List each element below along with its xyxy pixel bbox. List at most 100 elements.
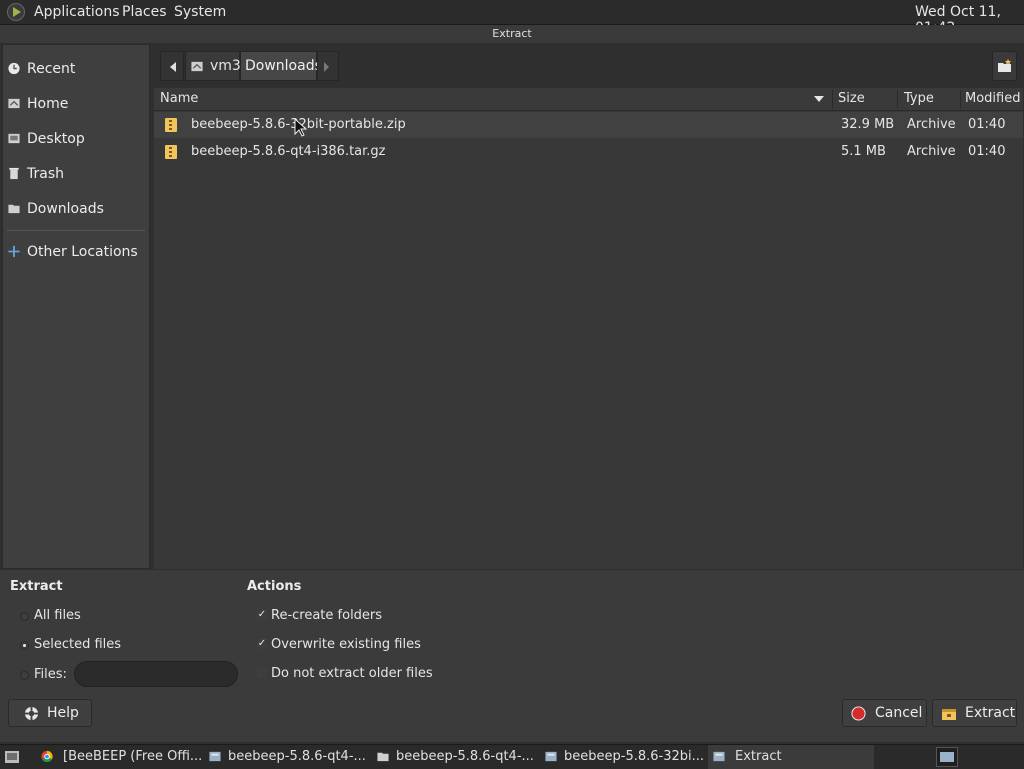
no-older-files-label: Do not extract older files: [271, 666, 433, 681]
file-size: 32.9 MB: [841, 117, 895, 132]
taskbar-item-archive-qt4-b[interactable]: beebeep-5.8.6-qt4-...: [372, 745, 536, 769]
column-size-header[interactable]: Size: [838, 91, 865, 106]
sidebar-separator: [7, 230, 145, 231]
taskbar-item-archive-qt4-a[interactable]: beebeep-5.8.6-qt4-...: [204, 745, 368, 769]
cancel-icon: [851, 706, 866, 721]
sidebar-item-home[interactable]: Home: [3, 89, 149, 119]
folder-icon: [377, 752, 389, 762]
sidebar-item-recent[interactable]: Recent: [3, 54, 149, 84]
archive-manager-icon: [713, 751, 725, 762]
archive-extract-icon: [942, 709, 956, 720]
menu-places[interactable]: Places: [122, 4, 167, 20]
archive-manager-icon: [209, 751, 221, 762]
path-back-button[interactable]: [160, 51, 184, 81]
cancel-button-label: Cancel: [875, 705, 923, 721]
radio-indicator: [20, 671, 29, 680]
column-modified-header[interactable]: Modified: [965, 91, 1020, 106]
selected-files-label: Selected files: [34, 637, 122, 652]
distro-logo-icon[interactable]: [7, 3, 25, 21]
files-pattern-input[interactable]: [74, 661, 238, 687]
extract-button-label: Extract: [965, 705, 1016, 721]
clock-icon: [8, 62, 20, 75]
cancel-button[interactable]: Cancel: [842, 699, 927, 727]
file-list: Name Size Type Modified beebeep-5.8.6-32…: [154, 88, 1023, 569]
archive-manager-icon: [940, 752, 954, 762]
crumb-vm3[interactable]: vm3: [185, 51, 241, 81]
crumb-label: Downloads: [245, 58, 322, 74]
new-folder-icon: [998, 59, 1011, 72]
file-type: Archive: [907, 117, 956, 132]
crumb-downloads[interactable]: Downloads: [240, 51, 322, 81]
sidebar-item-downloads[interactable]: Downloads: [3, 194, 149, 224]
menu-system[interactable]: System: [174, 4, 226, 20]
selected-files-radio[interactable]: Selected files: [20, 636, 140, 656]
chevron-right-icon: [324, 62, 329, 72]
recreate-folders-label: Re-create folders: [271, 608, 383, 623]
help-button-label: Help: [47, 705, 79, 721]
column-separator: [897, 90, 898, 108]
folder-icon: [8, 204, 20, 214]
sidebar-item-label: Desktop: [27, 131, 85, 147]
column-type-header[interactable]: Type: [904, 91, 934, 106]
no-older-files-checkbox[interactable]: Do not extract older files: [257, 665, 433, 685]
file-row[interactable]: beebeep-5.8.6-32bit-portable.zip 32.9 MB…: [154, 112, 1023, 138]
taskbar-item-beebeep[interactable]: [BeeBEEP (Free Offi...: [36, 745, 203, 769]
top-panel: Applications Places System Wed Oct 11, 0…: [0, 0, 1024, 36]
dialog-title: Extract: [0, 25, 1024, 43]
taskbar-item-extract[interactable]: Extract: [708, 745, 874, 769]
workspace-switcher[interactable]: [936, 747, 958, 767]
column-name-header[interactable]: Name: [160, 91, 198, 106]
sidebar-item-desktop[interactable]: Desktop: [3, 124, 149, 154]
help-button[interactable]: Help: [8, 699, 92, 727]
chevron-left-icon: [170, 62, 176, 72]
check-icon: ✓: [257, 638, 267, 649]
menu-applications[interactable]: Applications: [34, 4, 120, 20]
taskbar-item-label: beebeep-5.8.6-qt4-...: [396, 749, 534, 764]
file-row[interactable]: beebeep-5.8.6-qt4-i386.tar.gz 5.1 MB Arc…: [154, 139, 1023, 165]
file-modified: 01:40: [968, 144, 1006, 159]
chrome-icon: [41, 750, 53, 763]
file-type: Archive: [907, 144, 956, 159]
plus-icon: [8, 245, 20, 258]
checkbox-indicator: [257, 668, 267, 678]
crumb-label: vm3: [210, 58, 241, 74]
taskbar-item-archive-32bit[interactable]: beebeep-5.8.6-32bi...: [540, 745, 704, 769]
all-files-label: All files: [34, 608, 81, 623]
taskbar-item-label: beebeep-5.8.6-qt4-...: [228, 749, 366, 764]
new-folder-button[interactable]: [992, 51, 1017, 81]
files-radio[interactable]: Files:: [20, 666, 80, 686]
file-modified: 01:40: [968, 117, 1006, 132]
check-icon: ✓: [257, 609, 267, 620]
radio-indicator: [20, 612, 29, 621]
archive-manager-icon: [545, 751, 557, 762]
sidebar-item-label: Trash: [27, 166, 64, 182]
sidebar-item-label: Home: [27, 96, 69, 112]
overwrite-existing-checkbox[interactable]: ✓ Overwrite existing files: [257, 636, 421, 656]
files-label: Files:: [34, 667, 67, 682]
file-size: 5.1 MB: [841, 144, 886, 159]
sidebar-item-label: Other Locations: [27, 244, 138, 260]
lifebuoy-icon: [24, 706, 39, 721]
home-icon: [191, 61, 203, 72]
show-desktop-icon[interactable]: [4, 750, 20, 764]
taskbar-item-label: beebeep-5.8.6-32bi...: [564, 749, 705, 764]
places-sidebar: Recent Home Desktop Trash Downloads Othe…: [2, 44, 150, 569]
extract-button[interactable]: Extract: [932, 699, 1017, 727]
extract-options: Extract All files Selected files Files: …: [0, 570, 1024, 742]
recreate-folders-checkbox[interactable]: ✓ Re-create folders: [257, 607, 397, 627]
file-name: beebeep-5.8.6-qt4-i386.tar.gz: [191, 144, 386, 159]
mouse-cursor-icon: [294, 118, 308, 137]
sidebar-item-label: Downloads: [27, 201, 104, 217]
all-files-radio[interactable]: All files: [20, 607, 120, 627]
path-forward-button[interactable]: [317, 51, 339, 81]
overwrite-existing-label: Overwrite existing files: [271, 637, 421, 652]
sidebar-item-other-locations[interactable]: Other Locations: [3, 237, 149, 267]
sidebar-item-trash[interactable]: Trash: [3, 159, 149, 189]
taskbar-item-label: [BeeBEEP (Free Offi...: [63, 749, 203, 764]
path-bar: vm3 Downloads: [160, 51, 340, 81]
radio-indicator: [20, 641, 29, 650]
taskbar: [BeeBEEP (Free Offi... beebeep-5.8.6-qt4…: [0, 744, 1024, 769]
column-separator: [832, 90, 833, 108]
trash-icon: [9, 167, 19, 180]
archive-icon: [165, 118, 177, 132]
